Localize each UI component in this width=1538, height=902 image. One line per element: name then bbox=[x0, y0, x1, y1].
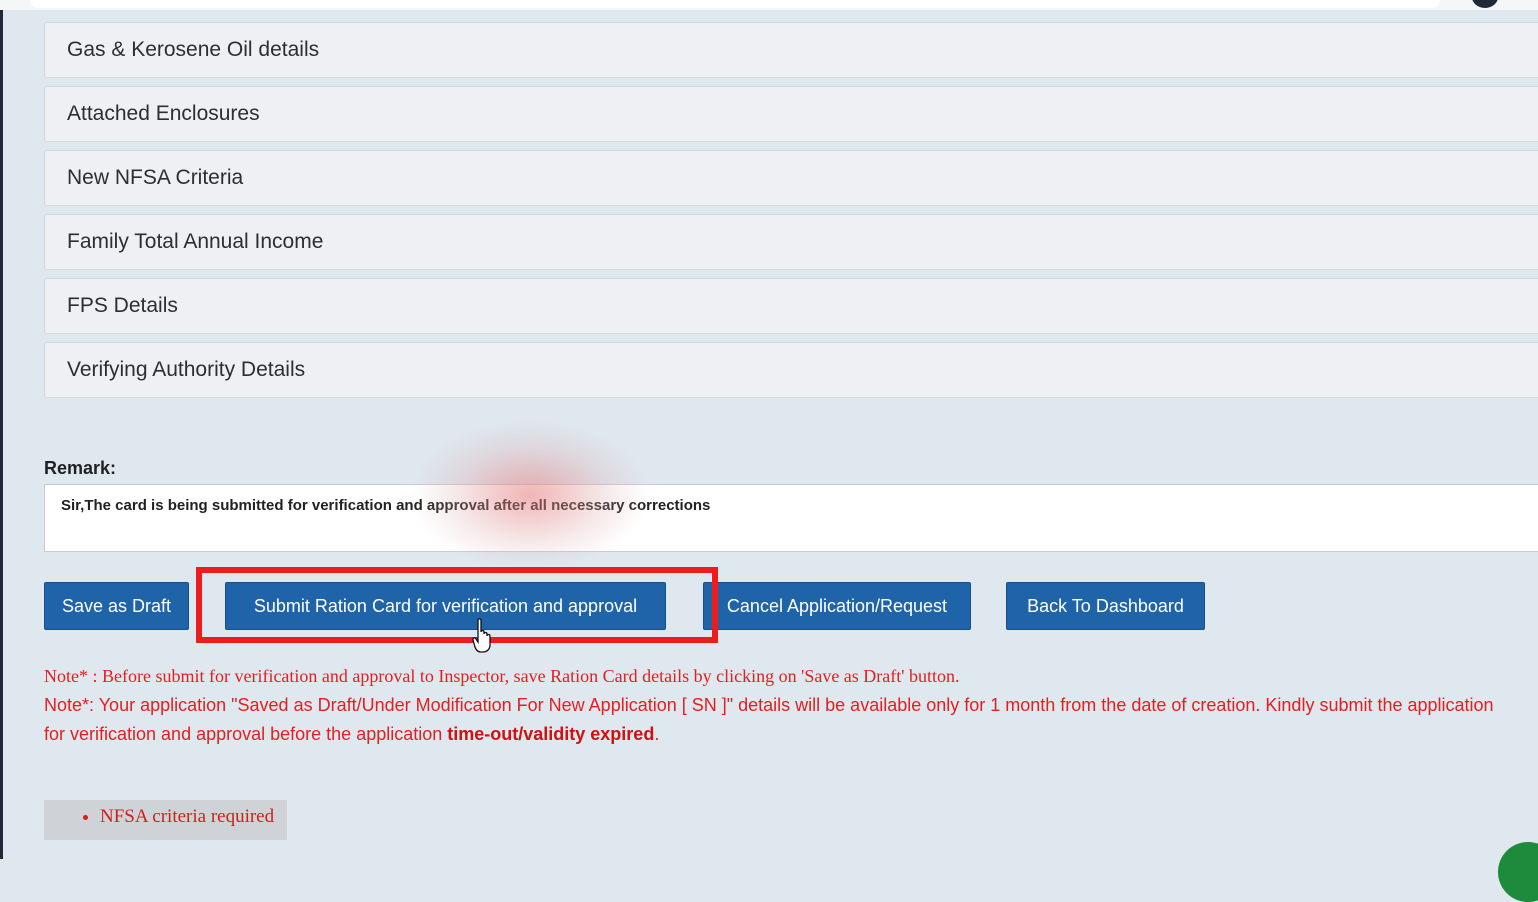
error-item: NFSA criteria required bbox=[100, 806, 287, 828]
back-to-dashboard-button[interactable]: Back To Dashboard bbox=[1006, 582, 1205, 630]
section-verifying-authority[interactable]: Verifying Authority Details bbox=[44, 342, 1538, 398]
notes-block: Note* : Before submit for verification a… bbox=[44, 662, 1514, 749]
section-gas-kerosene[interactable]: Gas & Kerosene Oil details bbox=[44, 22, 1538, 78]
section-attached-enclosures[interactable]: Attached Enclosures bbox=[44, 86, 1538, 142]
section-family-income[interactable]: Family Total Annual Income bbox=[44, 214, 1538, 270]
validation-errors: NFSA criteria required bbox=[44, 800, 287, 840]
note-validity: Note*: Your application "Saved as Draft/… bbox=[44, 691, 1514, 749]
section-label: Gas & Kerosene Oil details bbox=[67, 38, 320, 61]
hand-cursor-icon bbox=[472, 618, 491, 653]
save-draft-button[interactable]: Save as Draft bbox=[44, 582, 189, 630]
submit-ration-card-button[interactable]: Submit Ration Card for verification and … bbox=[225, 582, 666, 630]
browser-top-bar bbox=[0, 0, 1538, 10]
chat-widget-icon[interactable] bbox=[1498, 842, 1538, 902]
section-accordion: Gas & Kerosene Oil details Attached Encl… bbox=[44, 22, 1538, 406]
note-validity-emphasis: time-out/validity expired bbox=[447, 724, 655, 744]
section-label: Family Total Annual Income bbox=[67, 230, 324, 253]
note-save-draft: Note* : Before submit for verification a… bbox=[44, 666, 960, 686]
section-label: Attached Enclosures bbox=[67, 102, 260, 125]
section-fps-details[interactable]: FPS Details bbox=[44, 278, 1538, 334]
address-bar-edge bbox=[30, 0, 1440, 8]
remark-textarea[interactable]: Sir,The card is being submitted for veri… bbox=[44, 484, 1538, 552]
section-label: New NFSA Criteria bbox=[67, 166, 244, 189]
profile-icon[interactable] bbox=[1472, 0, 1498, 8]
note-validity-text: Note*: Your application "Saved as Draft/… bbox=[44, 695, 1494, 744]
remark-label: Remark: bbox=[44, 458, 117, 478]
left-edge bbox=[0, 10, 3, 859]
section-new-nfsa-criteria[interactable]: New NFSA Criteria bbox=[44, 150, 1538, 206]
note-validity-end: . bbox=[654, 724, 660, 744]
section-label: FPS Details bbox=[67, 294, 178, 317]
cancel-application-button[interactable]: Cancel Application/Request bbox=[703, 582, 971, 630]
section-label: Verifying Authority Details bbox=[67, 358, 306, 381]
